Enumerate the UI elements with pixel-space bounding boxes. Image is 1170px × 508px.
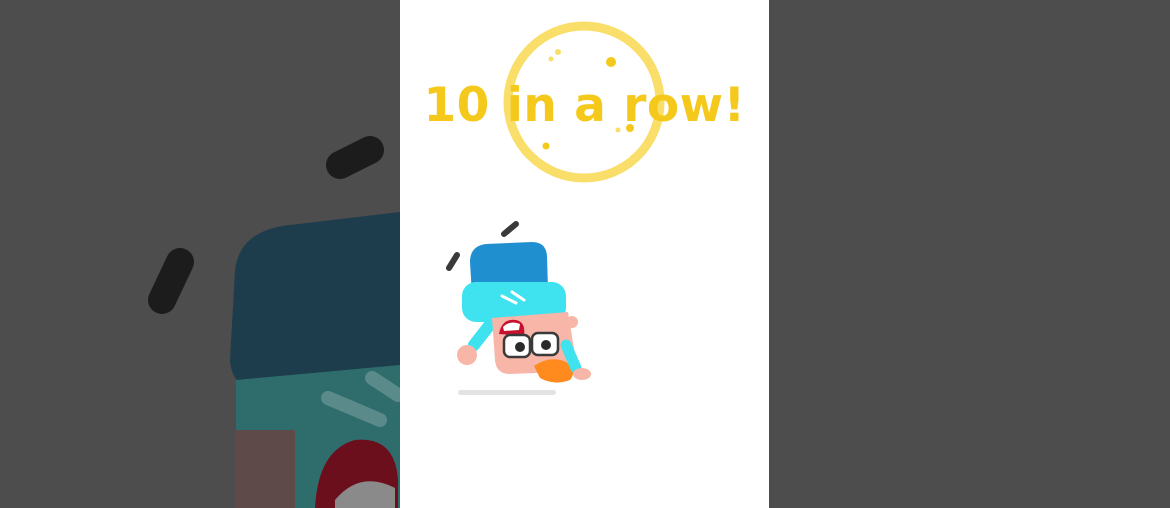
motion-lines-icon — [501, 221, 519, 237]
left-blur-panel — [0, 0, 400, 508]
ground-shadow — [458, 390, 556, 395]
sparkle-dot — [548, 56, 554, 62]
motion-line — [148, 248, 194, 314]
sparkle-dot — [555, 49, 561, 55]
streak-count-text: 10 in a row! — [423, 78, 746, 133]
motion-lines-icon — [446, 252, 460, 271]
sparkle-dot — [606, 57, 616, 67]
lesson-celebration-screen: 10 in a row! — [400, 0, 769, 508]
left-blur-illustration — [0, 0, 400, 508]
hand — [573, 368, 591, 380]
hand — [457, 345, 477, 365]
celebration-illustration — [446, 21, 665, 395]
character-illustration — [457, 242, 591, 383]
ear — [566, 316, 578, 328]
right-blur-panel — [769, 0, 1170, 508]
blur-hat-top — [230, 212, 400, 385]
sparkle-dot — [542, 142, 550, 150]
motion-line — [326, 136, 384, 179]
